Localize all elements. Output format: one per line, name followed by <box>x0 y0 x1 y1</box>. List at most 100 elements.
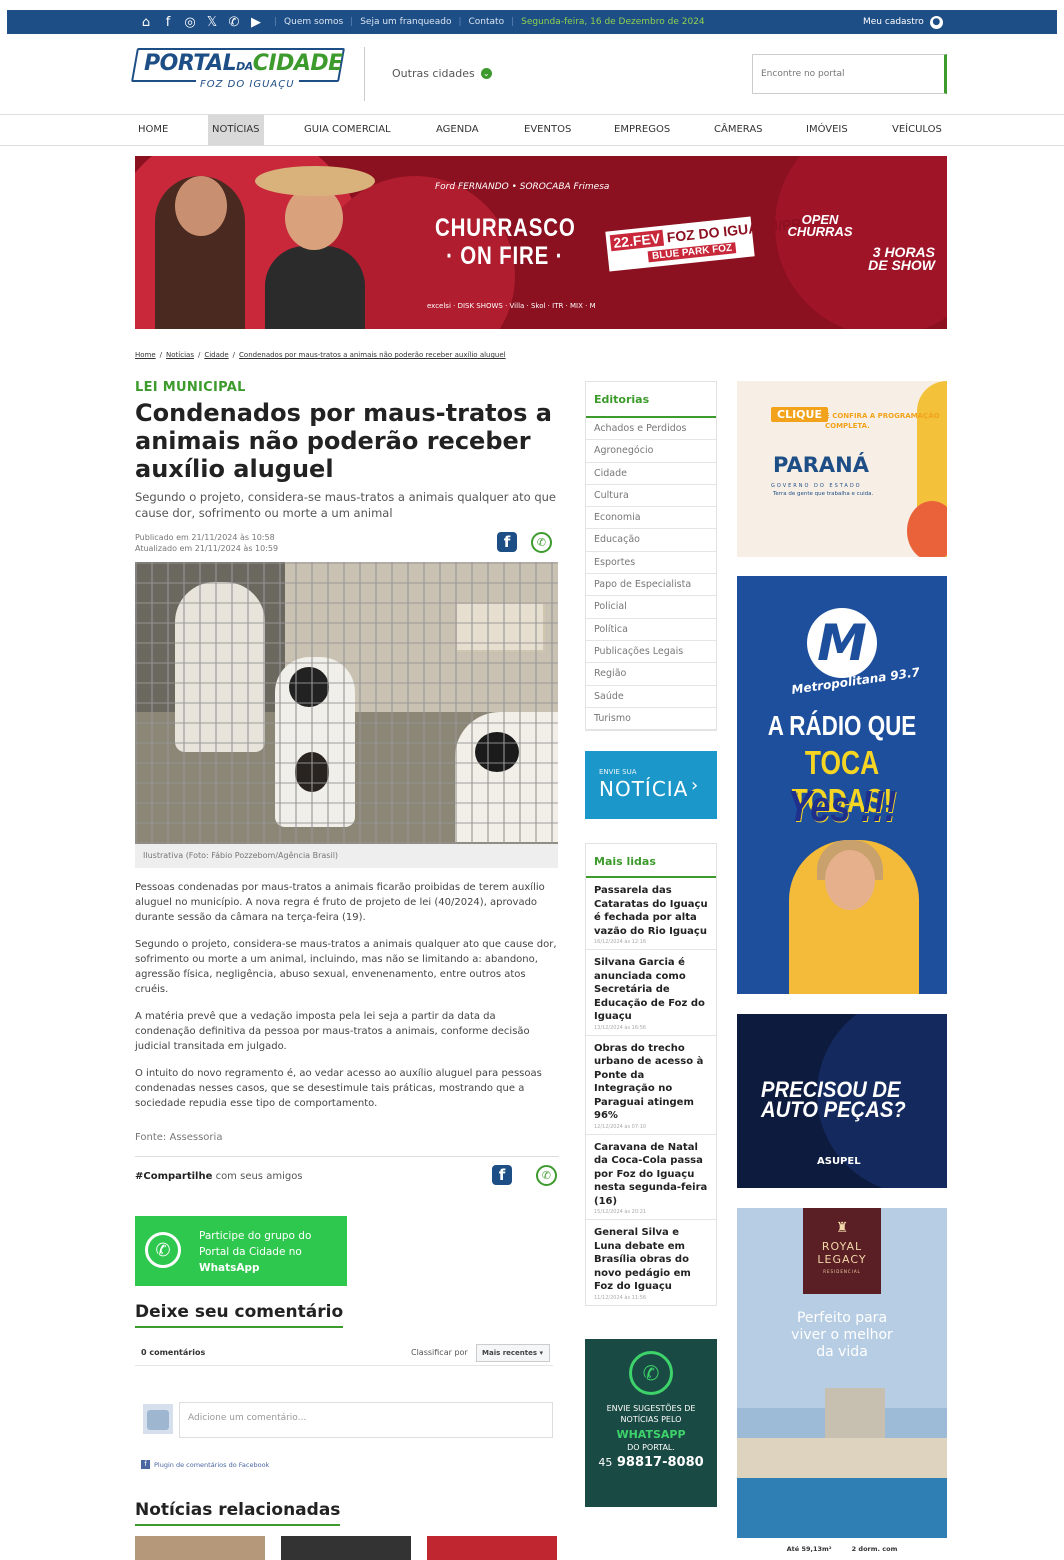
article-dates: Publicado em 21/11/2024 às 10:58 Atualiz… <box>135 532 278 554</box>
banner-date: 22.FEV <box>609 229 664 252</box>
comment-input[interactable]: Adicione um comentário... <box>179 1402 553 1438</box>
auto-parts-ad[interactable]: PRECISOU DE AUTO PEÇAS? ASUPEL <box>737 1014 947 1188</box>
share-bar: #Compartilhe com seus amigos f ✆ <box>135 1156 559 1196</box>
editoria-item[interactable]: Agronegócio <box>586 440 716 463</box>
editoria-item[interactable]: Turismo <box>586 708 716 731</box>
whatsapp-icon[interactable]: ✆ <box>223 10 245 34</box>
nav-veiculos[interactable]: VEÍCULOS <box>888 115 946 145</box>
related-thumbnails <box>135 1536 559 1560</box>
related-thumb[interactable] <box>427 1536 557 1560</box>
nav-agenda[interactable]: AGENDA <box>432 115 483 145</box>
about-link[interactable]: Quem somos <box>284 17 343 27</box>
facebook-icon[interactable]: f <box>157 10 179 34</box>
editoria-item[interactable]: Educação <box>586 529 716 552</box>
nav-guia-comercial[interactable]: GUIA COMERCIAL <box>300 115 395 145</box>
nav-cameras[interactable]: CÂMERAS <box>710 115 767 145</box>
churrasco-banner-ad[interactable]: Ford FERNANDO • SOROCABA Frimesa CHURRAS… <box>135 156 947 329</box>
whatsapp-suggestions-box[interactable]: ✆ ENVIE SUGESTÕES DE NOTÍCIAS PELO WHATSA… <box>585 1339 717 1507</box>
royal-legacy-ad[interactable]: ♜ ROYAL LEGACY RESIDENCIAL Perfeito para v… <box>737 1208 947 1560</box>
whatsapp-group-button[interactable]: ✆ Participe do grupo do Portal da Cidade… <box>135 1216 347 1286</box>
logo-main: PORTAL <box>144 51 237 76</box>
most-read-date: 13/12/2024 às 16:56 <box>594 1024 647 1031</box>
breadcrumb-home[interactable]: Home <box>135 351 156 359</box>
nav-home[interactable]: HOME <box>134 115 172 145</box>
editoria-item[interactable]: Região <box>586 663 716 686</box>
related-thumb[interactable] <box>281 1536 411 1560</box>
editoria-item[interactable]: Cidade <box>586 463 716 485</box>
logo-city: CIDADE <box>252 51 343 76</box>
site-logo[interactable]: PORTALDACIDADE FOZ DO IGUAÇU <box>131 48 345 94</box>
editoria-item[interactable]: Economia <box>586 507 716 530</box>
account-link[interactable]: Meu cadastro ● <box>863 10 943 34</box>
breadcrumb: Home / Notícias / Cidade / Condenados por maus… <box>135 351 506 359</box>
franchise-link[interactable]: Seja um franqueado <box>360 17 451 27</box>
article-photo <box>135 562 558 844</box>
nav-noticias[interactable]: NOTÍCIAS <box>208 115 264 145</box>
most-read-title: Caravana de Natal da Coca-Cola passa por… <box>594 1141 708 1207</box>
other-cities-button[interactable]: Outras cidades ⌄ <box>392 67 492 80</box>
search-input[interactable] <box>761 69 936 79</box>
breadcrumb-current[interactable]: Condenados por maus-tratos a animais não… <box>239 351 506 359</box>
sidebar: Editorias Achados e Perdidos Agronegócio… <box>585 381 717 1507</box>
most-read-item[interactable]: Passarela das Cataratas do Iguaçu é fech… <box>586 878 716 950</box>
nav-empregos[interactable]: EMPREGOS <box>610 115 674 145</box>
editoria-item[interactable]: Achados e Perdidos <box>586 418 716 441</box>
editoria-item[interactable]: Publicações Legais <box>586 641 716 664</box>
editoria-item[interactable]: Papo de Especialista <box>586 574 716 597</box>
parana-slogan: Terra de gente que trabalha e cuida. <box>773 491 874 497</box>
x-icon[interactable]: 𝕏 <box>201 10 223 34</box>
article-body: Pessoas condenadas por maus-tratos a ani… <box>135 880 559 1123</box>
editoria-item[interactable]: Cultura <box>586 485 716 508</box>
editorias-heading: Editorias <box>586 382 716 418</box>
whatsapp-share-icon[interactable]: ✆ <box>531 532 552 553</box>
wa-group-line3: WhatsApp <box>199 1262 260 1274</box>
most-read-date: 15/12/2024 às 20:21 <box>594 1209 647 1215</box>
wa-box-number: 98817-8080 <box>616 1455 704 1470</box>
royal-logo: ♜ ROYAL LEGACY RESIDENCIAL <box>803 1208 881 1294</box>
parana-clique: CLIQUE <box>771 407 828 422</box>
royal-head3: da vida <box>816 1344 868 1360</box>
editoria-item[interactable]: Policial <box>586 596 716 619</box>
banner-show: 3 HORAS DE SHOW <box>825 245 935 272</box>
share-buttons-top: f ✆ <box>497 532 552 553</box>
article-paragraph: Segundo o projeto, considera-se maus-tra… <box>135 939 557 995</box>
parana-ad[interactable]: CLIQUE E CONFIRA A PROGRAMAÇÃO COMPLETA.… <box>737 381 947 557</box>
sort-label: Classificar por <box>411 1348 468 1357</box>
youtube-icon[interactable]: ▶ <box>245 10 267 34</box>
wa-group-line1: Participe do grupo do <box>199 1230 312 1242</box>
send-news-small: ENVIE SUA <box>599 768 637 776</box>
related-thumb[interactable] <box>135 1536 265 1560</box>
nav-imoveis[interactable]: IMÓVEIS <box>802 115 852 145</box>
breadcrumb-noticias[interactable]: Notícias <box>166 351 194 359</box>
whatsapp-share-icon[interactable]: ✆ <box>536 1165 557 1186</box>
radio-ad[interactable]: M Metropolitana 93.7 A RÁDIO QUE TOCA TO… <box>737 576 947 994</box>
related-heading: Notícias relacionadas <box>135 1500 341 1526</box>
crest-icon: ♜ <box>835 1220 849 1236</box>
editoria-item[interactable]: Esportes <box>586 552 716 575</box>
sort-select[interactable]: Mais recentes ▾ <box>476 1344 550 1362</box>
search-box[interactable] <box>752 54 947 94</box>
contact-link[interactable]: Contato <box>469 17 505 27</box>
facebook-share-icon[interactable]: f <box>492 1165 512 1185</box>
home-icon[interactable]: ⌂ <box>135 10 157 34</box>
parana-gov: GOVERNO DO ESTADO <box>771 483 862 489</box>
editoria-item[interactable]: Política <box>586 619 716 641</box>
most-read-item[interactable]: Silvana Garcia é anunciada como Secretár… <box>586 950 716 1036</box>
most-read-item[interactable]: General Silva e Luna debate em Brasília … <box>586 1220 716 1305</box>
article-title: Condenados por maus-tratos a animais não… <box>135 399 552 483</box>
fb-plugin-link[interactable]: f Plugin de comentários do Facebook <box>141 1460 269 1469</box>
facebook-comments: 0 comentários Classificar por Mais recen… <box>135 1338 553 1478</box>
nav-eventos[interactable]: EVENTOS <box>520 115 575 145</box>
fb-plugin-label: Plugin de comentários do Facebook <box>154 1460 270 1469</box>
royal-head2: viver o melhor <box>791 1327 893 1343</box>
facebook-icon: f <box>141 1460 150 1469</box>
parana-name: PARANÁ <box>773 453 869 477</box>
most-read-item[interactable]: Caravana de Natal da Coca-Cola passa por… <box>586 1135 716 1220</box>
facebook-share-icon[interactable]: f <box>497 532 517 552</box>
send-news-button[interactable]: ENVIE SUA NOTÍCIA › <box>585 751 717 819</box>
instagram-icon[interactable]: ◎ <box>179 10 201 34</box>
editoria-item[interactable]: Saúde <box>586 686 716 708</box>
breadcrumb-cidade[interactable]: Cidade <box>204 351 228 359</box>
most-read-title: Passarela das Cataratas do Iguaçu é fech… <box>594 885 708 937</box>
most-read-item[interactable]: Obras do trecho urbano de acesso à Ponte… <box>586 1036 716 1135</box>
